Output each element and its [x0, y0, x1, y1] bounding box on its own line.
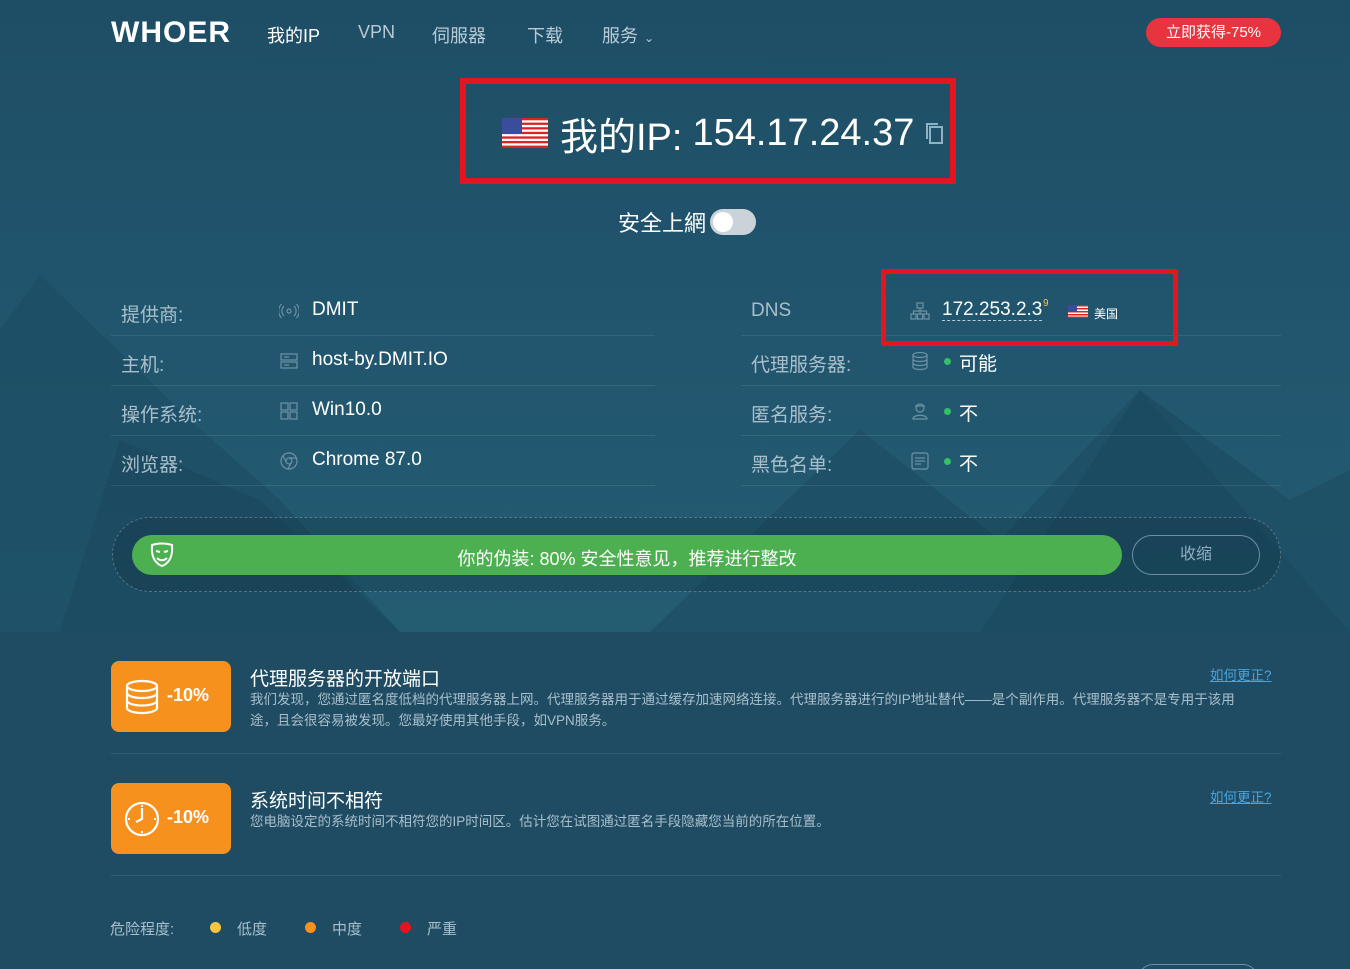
- browser-value: Chrome 87.0: [312, 449, 422, 470]
- nav-item-download[interactable]: 下载: [527, 22, 563, 48]
- copy-icon[interactable]: [924, 121, 944, 145]
- us-flag-icon: [502, 118, 548, 148]
- issue-penalty-badge: -10%: [111, 783, 231, 854]
- blacklist-label: 黑色名单:: [751, 455, 833, 476]
- issue-title: 代理服务器的开放端口: [250, 669, 441, 690]
- provider-label: 提供商:: [121, 305, 184, 326]
- clock-icon: [124, 801, 160, 837]
- issue-description: 我们发现，您通过匿名度低档的代理服务器上网。代理服务器用于通过缓存加速网络连接。…: [250, 692, 1235, 728]
- os-label: 操作系统:: [121, 405, 203, 426]
- my-ip-row: 我的IP: 154.17.24.37: [502, 111, 944, 159]
- disguise-score-bar: 你的伪装: 80% 安全性意见，推荐进行整改: [132, 535, 1122, 575]
- promo-button[interactable]: 立即获得-75%: [1146, 18, 1281, 47]
- provider-value: DMIT: [312, 299, 359, 320]
- nav-item-services-label: 服务: [602, 26, 638, 46]
- issue-penalty-badge: -10%: [111, 661, 231, 732]
- host-value: host-by.DMIT.IO: [312, 349, 448, 370]
- info-row-os: 操作系统: Win10.0: [111, 386, 655, 436]
- chrome-icon: [280, 452, 298, 470]
- disguise-text: 你的伪装: 80% 安全性意见，推荐进行整改: [457, 549, 797, 569]
- safe-surfing-toggle[interactable]: [710, 209, 757, 235]
- top-navbar: WHOER 我的IP VPN 伺服器 下载 服务 ⌄ 立即获得-75%: [0, 0, 1350, 66]
- high-dot: [400, 922, 411, 933]
- status-dot: [944, 408, 951, 415]
- nav-item-servers[interactable]: 伺服器: [432, 22, 486, 48]
- collapse-button[interactable]: 收缩: [1132, 535, 1260, 575]
- danger-level-label: 危险程度:: [110, 921, 175, 938]
- dns-highlight-box: [881, 269, 1178, 346]
- my-ip-label: 我的IP:: [560, 116, 683, 159]
- issue-penalty: -10%: [167, 685, 210, 705]
- legend-high: 严重: [427, 921, 458, 938]
- browser-label: 浏览器:: [121, 455, 184, 476]
- blacklist-value: 不: [959, 454, 979, 475]
- issue-title: 系统时间不相符: [250, 791, 384, 812]
- toggle-knob: [713, 212, 734, 232]
- whoer-logo[interactable]: WHOER: [111, 16, 231, 50]
- dns-label: DNS: [751, 300, 792, 321]
- legend-low: 低度: [237, 921, 268, 938]
- ip-address[interactable]: 154.17.24.37: [692, 112, 914, 155]
- legend-medium: 中度: [332, 921, 363, 938]
- nav-item-vpn[interactable]: VPN: [358, 22, 395, 43]
- info-row-host: 主机: host-by.DMIT.IO: [111, 336, 655, 386]
- anonymizer-label: 匿名服务:: [751, 405, 833, 426]
- blacklist-icon: [911, 452, 929, 470]
- info-row-anonymizer: 匿名服务: 不: [741, 386, 1281, 436]
- chevron-down-icon: ⌄: [644, 31, 655, 45]
- ip-highlight-box: 我的IP: 154.17.24.37: [460, 78, 956, 184]
- nav-item-my-ip[interactable]: 我的IP: [267, 22, 320, 48]
- os-value: Win10.0: [312, 399, 382, 420]
- host-label: 主机:: [121, 355, 165, 376]
- divider: [111, 753, 1281, 754]
- status-dot: [944, 358, 951, 365]
- nav-item-services[interactable]: 服务 ⌄: [602, 22, 654, 48]
- user-secret-icon: [912, 403, 928, 420]
- info-row-proxy: 代理服务器: 可能: [741, 336, 1281, 386]
- partial-button[interactable]: [1138, 964, 1258, 969]
- safe-surfing: 安全上網: [618, 206, 757, 238]
- safe-surfing-label: 安全上網: [618, 211, 707, 236]
- proxy-value: 可能: [959, 354, 998, 375]
- how-to-fix-link[interactable]: 如何更正?: [1210, 786, 1272, 806]
- anonymizer-value: 不: [959, 404, 979, 425]
- database-icon: [912, 351, 928, 371]
- divider: [111, 875, 1281, 876]
- issue-penalty: -10%: [167, 807, 210, 827]
- info-row-browser: 浏览器: Chrome 87.0: [111, 436, 655, 486]
- medium-dot: [305, 922, 316, 933]
- how-to-fix-link[interactable]: 如何更正?: [1210, 664, 1272, 684]
- info-row-provider: 提供商: DMIT: [111, 286, 655, 336]
- low-dot: [210, 922, 221, 933]
- info-row-blacklist: 黑色名单: 不: [741, 436, 1281, 486]
- windows-icon: [280, 402, 298, 420]
- server-icon: [280, 353, 298, 369]
- issue-description: 您电脑设定的系统时间不相符您的IP时间区。估计您在试图通过匿名手段隐藏您当前的所…: [250, 814, 830, 829]
- database-icon: [125, 679, 159, 715]
- status-dot: [944, 458, 951, 465]
- proxy-label: 代理服务器:: [751, 355, 852, 376]
- antenna-icon: [279, 303, 299, 319]
